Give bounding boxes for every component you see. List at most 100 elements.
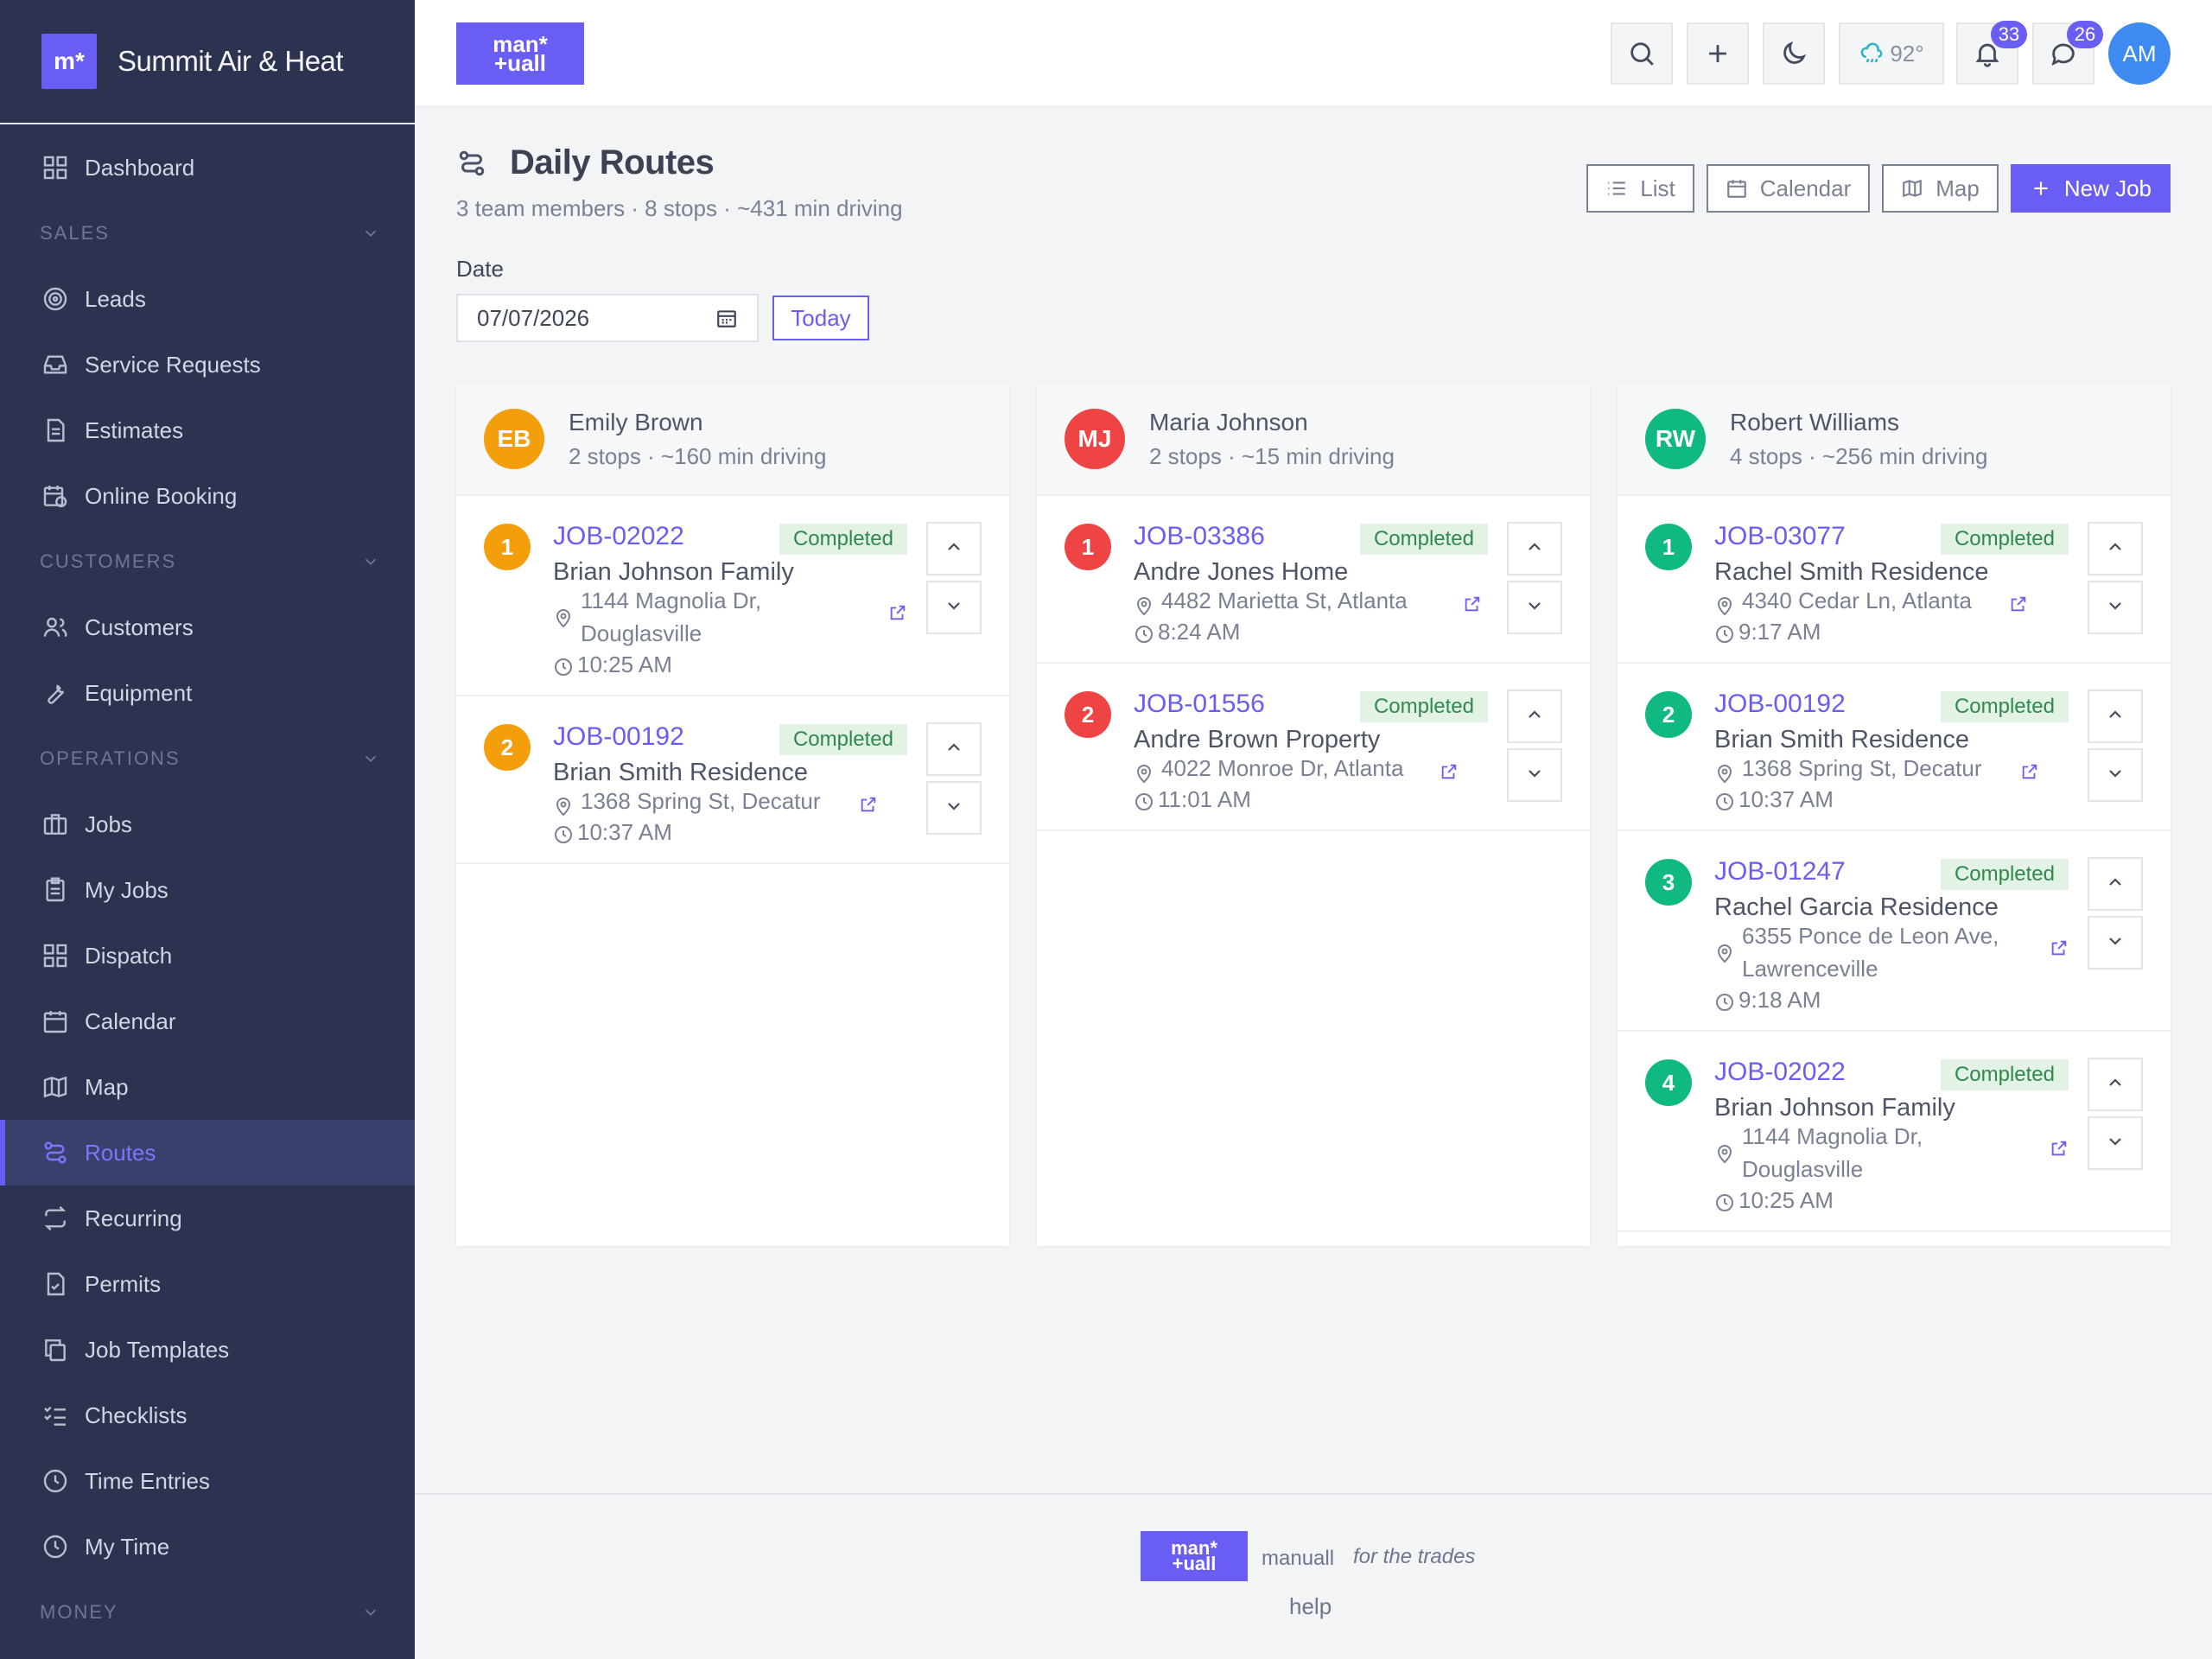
chevron-down-icon <box>365 755 377 763</box>
sidebar-item-online-booking[interactable]: Online Booking <box>0 463 415 529</box>
calendar-view-button[interactable]: Calendar <box>1706 164 1871 213</box>
address: 1368 Spring St, Decatur <box>1742 752 1982 785</box>
today-button[interactable]: Today <box>772 296 869 340</box>
chevron-down-icon <box>1524 763 1545 788</box>
brand[interactable]: m* Summit Air & Heat <box>0 0 415 124</box>
footer: man* +uall manuall for the trades help <box>415 1493 2212 1659</box>
external-link-icon[interactable] <box>2050 1139 2069 1158</box>
external-link-icon[interactable] <box>2050 938 2069 957</box>
move-up-button[interactable] <box>2088 857 2143 911</box>
move-down-button[interactable] <box>1507 581 1562 634</box>
move-down-button[interactable] <box>2088 581 2143 634</box>
job-link[interactable]: JOB-02022 <box>1714 1058 1846 1087</box>
sidebar-item-label: Map <box>85 1073 129 1100</box>
sidebar-item-job-templates[interactable]: Job Templates <box>0 1317 415 1382</box>
list-view-button[interactable]: List <box>1586 164 1694 213</box>
nav-section-customers[interactable]: CUSTOMERS <box>0 529 415 594</box>
date-input[interactable]: 07/07/2026 <box>456 294 759 342</box>
add-button[interactable] <box>1687 22 1749 85</box>
status-badge: Completed <box>779 724 907 755</box>
messages-button[interactable]: 26 <box>2032 21 2103 85</box>
help-link[interactable]: help <box>1289 1593 1332 1620</box>
sidebar-item-estimates[interactable]: Estimates <box>0 397 415 463</box>
notifications-button[interactable]: 33 <box>1956 21 2027 85</box>
move-down-button[interactable] <box>2088 748 2143 802</box>
user-avatar[interactable]: AM <box>2108 22 2171 85</box>
customer-name: Andre Brown Property <box>1134 726 1381 753</box>
sidebar-item-customers[interactable]: Customers <box>0 594 415 660</box>
job-link[interactable]: JOB-00192 <box>553 722 684 752</box>
status-badge: Completed <box>1940 859 2069 890</box>
chevron-up-icon <box>2105 537 2126 562</box>
technician-meta: 4 stops · ~256 min driving <box>1730 442 1988 469</box>
move-down-button[interactable] <box>2088 1116 2143 1170</box>
sidebar-item-routes[interactable]: Routes <box>0 1120 415 1185</box>
sidebar-item-service-requests[interactable]: Service Requests <box>0 332 415 397</box>
technician-name: Maria Johnson <box>1149 408 1308 435</box>
external-link-icon[interactable] <box>2009 594 2028 613</box>
external-link-icon[interactable] <box>1463 594 1482 613</box>
move-up-button[interactable] <box>1507 690 1562 743</box>
search-button[interactable] <box>1611 22 1673 85</box>
external-link-icon[interactable] <box>859 795 878 814</box>
sidebar-item-my-time[interactable]: My Time <box>0 1514 415 1580</box>
weather-widget[interactable]: 92° <box>1839 22 1944 85</box>
location-pin-icon <box>1134 764 1154 785</box>
app-logo[interactable]: man* +uall <box>456 22 584 85</box>
move-down-button[interactable] <box>1507 748 1562 802</box>
nav-section-operations[interactable]: OPERATIONS <box>0 726 415 791</box>
dark-mode-toggle[interactable] <box>1763 22 1825 85</box>
scheduled-time: 8:24 AM <box>1158 619 1241 645</box>
sidebar-item-equipment[interactable]: Equipment <box>0 660 415 726</box>
sidebar-item-permits[interactable]: Permits <box>0 1251 415 1317</box>
move-up-button[interactable] <box>2088 522 2143 575</box>
move-up-button[interactable] <box>926 722 982 776</box>
sidebar-item-dashboard[interactable]: Dashboard <box>0 135 415 200</box>
sidebar-item-dispatch[interactable]: Dispatch <box>0 923 415 988</box>
address-line: 6355 Ponce de Leon Ave, <box>1742 923 1999 949</box>
sidebar-item-jobs[interactable]: Jobs <box>0 791 415 857</box>
clock-icon <box>1134 791 1154 812</box>
sidebar-item-time-entries[interactable]: Time Entries <box>0 1448 415 1514</box>
sidebar-item-map[interactable]: Map <box>0 1054 415 1120</box>
list-icon <box>1608 181 1626 195</box>
external-link-icon[interactable] <box>888 603 907 622</box>
sidebar-item-leads[interactable]: Leads <box>0 266 415 332</box>
job-link[interactable]: JOB-03077 <box>1714 522 1846 551</box>
move-up-button[interactable] <box>2088 1058 2143 1111</box>
move-up-button[interactable] <box>2088 690 2143 743</box>
sidebar-item-calendar[interactable]: Calendar <box>0 988 415 1054</box>
address-line: 1144 Magnolia Dr, <box>581 588 762 613</box>
move-down-button[interactable] <box>926 781 982 835</box>
stop-number: 1 <box>1065 524 1111 570</box>
job-link[interactable]: JOB-00192 <box>1714 690 1846 719</box>
route-icon <box>459 150 485 175</box>
nav-section-money[interactable]: MONEY <box>0 1580 415 1645</box>
job-link[interactable]: JOB-01247 <box>1714 857 1846 887</box>
sidebar-item-invoices[interactable]: Invoices <box>0 1645 415 1659</box>
job-link[interactable]: JOB-01556 <box>1134 690 1265 719</box>
nav-section-sales[interactable]: SALES <box>0 200 415 266</box>
address-line: Lawrenceville <box>1742 956 1878 982</box>
move-down-button[interactable] <box>2088 916 2143 969</box>
move-down-button[interactable] <box>926 581 982 634</box>
chevron-down-icon <box>2105 1131 2126 1156</box>
map-view-button[interactable]: Map <box>1882 164 1999 213</box>
move-up-button[interactable] <box>926 522 982 575</box>
footer-logo[interactable]: man* +uall <box>1141 1531 1248 1581</box>
map-icon <box>41 1073 69 1101</box>
external-link-icon[interactable] <box>1440 762 1459 781</box>
address-line: 4022 Monroe Dr, Atlanta <box>1161 755 1404 781</box>
move-up-button[interactable] <box>1507 522 1562 575</box>
nav-section-label: MONEY <box>40 1601 118 1623</box>
map-icon <box>1903 179 1923 198</box>
sidebar-item-checklists[interactable]: Checklists <box>0 1382 415 1448</box>
sidebar-item-my-jobs[interactable]: My Jobs <box>0 857 415 923</box>
job-link[interactable]: JOB-02022 <box>553 522 684 551</box>
job-link[interactable]: JOB-03386 <box>1134 522 1265 551</box>
new-job-button[interactable]: New Job <box>2010 164 2171 213</box>
calendar-picker-icon[interactable] <box>715 307 738 329</box>
sidebar-item-recurring[interactable]: Recurring <box>0 1185 415 1251</box>
address-line: 4340 Cedar Ln, Atlanta <box>1742 588 1972 613</box>
external-link-icon[interactable] <box>2020 762 2039 781</box>
